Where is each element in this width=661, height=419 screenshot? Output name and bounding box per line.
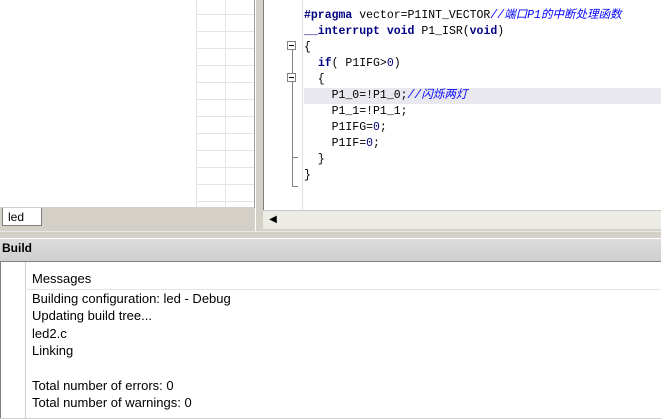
code-line[interactable]: P1IFG=0; [304,120,661,136]
code-line[interactable]: { [304,40,661,56]
fold-collapse-icon[interactable] [287,73,296,82]
code-line[interactable]: } [304,168,661,184]
tree-grid-line [196,31,254,32]
code-token: void [386,25,415,38]
fold-guide-line [292,46,293,186]
code-line[interactable]: } [304,152,661,168]
tree-grid-line [196,201,254,202]
tree-grid-line [196,48,254,49]
code-token: ; [373,137,380,150]
build-message[interactable] [32,360,231,377]
code-token: P1IF= [304,137,367,150]
tree-grid-line [196,65,254,66]
code-token: 0 [366,137,374,150]
code-token: } [304,153,325,166]
code-token: if [317,57,332,70]
code-token: ; [379,121,387,134]
code-token: ) [497,25,505,38]
code-token: 0 [373,121,380,134]
code-token: P1IFG= [304,121,374,134]
code-token: { [304,41,311,54]
code-line[interactable]: P1IF=0; [304,136,661,152]
build-message[interactable]: Total number of errors: 0 [32,377,231,394]
workspace-tab-led[interactable]: led [2,208,42,226]
code-line[interactable]: if( P1IFG>0) [304,56,661,72]
code-token: #pragma [304,9,353,22]
code-token: } [304,169,311,182]
tree-grid-line [196,133,254,134]
code-token: { [304,73,325,86]
vertical-splitter[interactable] [255,0,263,231]
code-line[interactable]: { [304,72,661,88]
fold-margin [264,0,303,210]
scroll-left-arrow-icon[interactable]: ◀ [266,211,280,229]
tree-grid-line [196,14,254,15]
build-messages-pane[interactable]: Messages Building configuration: led - D… [0,261,661,419]
fold-end-tick [292,157,298,158]
code-token: ( P1IFG> [331,57,387,70]
tree-grid-line [196,99,254,100]
build-message[interactable]: Total number of warnings: 0 [32,394,231,411]
code-line[interactable]: __interrupt void P1_ISR(void) [304,24,661,40]
code-token: P1_ISR( [414,25,470,38]
tree-grid-line [196,184,254,185]
build-message[interactable]: Building configuration: led - Debug [32,290,231,307]
messages-column-header[interactable]: Messages [32,271,91,286]
code-editor[interactable]: #pragma vector=P1INT_VECTOR//端口P1的中断处理函数… [263,0,661,210]
code-token: vector=P1INT_VECTOR [352,9,491,22]
build-window-title: Build [2,241,32,255]
editor-horizontal-scrollbar[interactable]: ◀ [263,210,661,229]
messages-column-rule [25,262,26,419]
code-line[interactable]: P1_0=!P1_0;//闪烁两灯 [304,88,661,104]
workspace-tab-strip: led [0,207,254,231]
fold-end-tick [292,186,298,187]
tree-grid-line [196,167,254,168]
build-message[interactable]: led2.c [32,325,231,342]
code-token: P1_0=!P1_0; [304,89,408,102]
build-message-list: Building configuration: led - Debug Updat… [32,290,231,412]
code-token: ) [393,57,401,70]
code-line[interactable]: P1_1=!P1_1; [304,104,661,120]
code-token: 0 [386,57,394,70]
code-line[interactable]: #pragma vector=P1INT_VECTOR//端口P1的中断处理函数 [304,8,661,24]
build-message[interactable]: Linking [32,342,231,359]
code-token: void [469,25,498,38]
build-message[interactable]: Updating build tree... [32,307,231,324]
code-token: __interrupt [304,25,380,38]
code-token: //端口P1的中断处理函数 [490,9,622,22]
code-token: //闪烁两灯 [407,89,468,102]
tree-grid-line [196,82,254,83]
fold-collapse-icon[interactable] [287,41,296,50]
code-content[interactable]: #pragma vector=P1INT_VECTOR//端口P1的中断处理函数… [304,8,661,184]
tree-grid-line [196,116,254,117]
tree-grid-line [196,150,254,151]
code-token: P1_1=!P1_1; [304,105,408,118]
workspace-file-tree[interactable] [0,0,255,208]
build-window-titlebar: Build [0,238,661,262]
